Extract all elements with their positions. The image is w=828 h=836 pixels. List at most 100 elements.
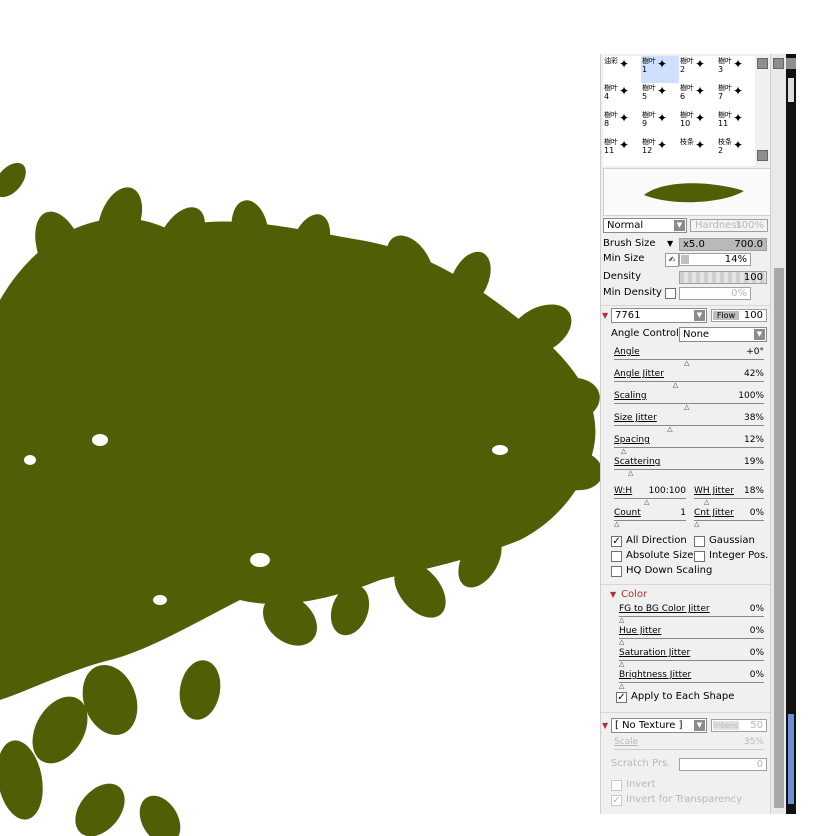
slider-knob[interactable]: △ xyxy=(619,661,624,668)
scrollbar-thumb[interactable] xyxy=(774,268,784,808)
brush-preset-cell[interactable]: 樹叶 1 ✦ xyxy=(641,56,679,83)
slider-label: Angle xyxy=(614,347,640,357)
scratch-pressure-label: Scratch Prs. xyxy=(611,758,671,769)
slider-label: Saturation Jitter xyxy=(619,648,691,658)
count-jitter-slider[interactable]: Cnt Jitter 0% △ xyxy=(694,508,764,528)
wh-jitter-slider[interactable]: WH Jitter 18% △ xyxy=(694,486,764,506)
panel-scrollbar[interactable] xyxy=(770,54,787,814)
slider-knob[interactable]: △ xyxy=(619,617,624,624)
brush-preview xyxy=(603,168,771,216)
pressure-icon[interactable]: ✍ xyxy=(665,253,679,267)
brush-size-slider[interactable]: x5.0 700.0 xyxy=(679,238,767,251)
slider-size-jitter[interactable]: Size Jitter 38% △ xyxy=(614,413,764,433)
chevron-down-icon: ▼ xyxy=(674,220,685,231)
scroll-thumb[interactable] xyxy=(788,78,794,102)
expand-triangle-icon[interactable]: ▼ xyxy=(610,589,616,601)
count-value: 1 xyxy=(680,508,686,518)
shape-select[interactable]: 7761 ▼ xyxy=(611,308,707,323)
texture-scale-slider[interactable]: Scale 35% xyxy=(614,737,764,757)
grid-scroll-down-button[interactable] xyxy=(757,150,768,161)
brush-preset-name: 樹叶 xyxy=(680,111,694,119)
all-direction-checkbox[interactable]: ✓ xyxy=(611,536,622,547)
expand-triangle-icon[interactable]: ▼ xyxy=(602,720,608,732)
slider-knob[interactable]: △ xyxy=(619,639,624,646)
hq-down-scaling-checkbox[interactable] xyxy=(611,566,622,577)
brush-preset-number: 9 xyxy=(642,119,648,128)
divider xyxy=(601,305,771,306)
foliage-painting xyxy=(0,162,600,836)
slider-knob[interactable]: △ xyxy=(628,470,633,477)
brush-preset-cell[interactable]: 樹叶 3 ✦ xyxy=(717,56,755,83)
brush-preset-cell[interactable]: 樹叶 6 ✦ xyxy=(679,83,717,110)
color-slider[interactable]: Hue Jitter 0% △ xyxy=(619,626,764,646)
brush-preset-number: 12 xyxy=(642,146,653,155)
brush-preset-cell[interactable]: 樹叶 11 ✦ xyxy=(717,110,755,137)
grid-scroll-up-button[interactable] xyxy=(757,58,768,69)
invert-checkbox[interactable] xyxy=(611,780,622,791)
wh-value: 100:100 xyxy=(648,486,686,496)
texture-scale-label: Scale xyxy=(614,737,639,747)
brush-preset-grid[interactable]: 油彩 ✦ 樹叶 1 ✦ 樹叶 2 ✦ 樹叶 3 ✦ 樹叶 4 ✦ 樹叶 5 ✦ 樹叶 6 ✦ 樹叶 7 ✦ 樹叶 8 ✦ 樹叶 9 ✦ 樹… xyxy=(603,56,755,166)
brush-preset-cell[interactable]: 枝条 ✦ xyxy=(679,137,717,164)
brush-preset-cell[interactable]: 樹叶 12 ✦ xyxy=(641,137,679,164)
apply-each-shape-checkbox[interactable]: ✓ xyxy=(616,692,627,703)
slider-scaling[interactable]: Scaling 100% △ xyxy=(614,391,764,411)
blend-mode-select[interactable]: Normal ▼ xyxy=(603,218,687,233)
slider-knob[interactable]: △ xyxy=(619,683,624,690)
slider-angle[interactable]: Angle +0° △ xyxy=(614,347,764,367)
brush-preset-name: 樹叶 xyxy=(718,57,732,65)
slider-knob[interactable]: △ xyxy=(684,360,689,367)
brush-preset-name: 樹叶 xyxy=(642,84,656,92)
slider-angle-jitter[interactable]: Angle Jitter 42% △ xyxy=(614,369,764,389)
brush-preset-cell[interactable]: 樹叶 5 ✦ xyxy=(641,83,679,110)
angle-control-value: None xyxy=(683,329,710,340)
brush-preset-cell[interactable]: 樹叶 7 ✦ xyxy=(717,83,755,110)
integer-pos-checkbox[interactable] xyxy=(694,551,705,562)
brush-preset-cell[interactable]: 樹叶 2 ✦ xyxy=(679,56,717,83)
undo-icon[interactable] xyxy=(786,58,796,69)
color-slider[interactable]: Saturation Jitter 0% △ xyxy=(619,648,764,668)
texture-intensity-slider[interactable]: Intens 50 xyxy=(711,719,767,732)
slider-value: 12% xyxy=(743,435,764,445)
slider-knob[interactable]: △ xyxy=(673,382,678,389)
invert-transparency-checkbox[interactable]: ✓ xyxy=(611,795,622,806)
slider-spacing[interactable]: Spacing 12% △ xyxy=(614,435,764,455)
brush-preset-cell[interactable]: 樹叶 9 ✦ xyxy=(641,110,679,137)
triangle-down-icon[interactable]: ▼ xyxy=(667,238,673,250)
wh-slider[interactable]: W:H 100:100 △ xyxy=(614,486,686,506)
color-slider[interactable]: Brightness Jitter 0% △ xyxy=(619,670,764,690)
brush-preset-cell[interactable]: 樹叶 4 ✦ xyxy=(603,83,641,110)
min-size-slider[interactable]: 14% xyxy=(679,253,751,266)
collapse-icon[interactable] xyxy=(773,58,784,69)
slider-scattering[interactable]: Scattering 19% △ xyxy=(614,457,764,477)
absolute-size-label: Absolute Size xyxy=(626,550,694,561)
brush-preset-cell[interactable]: 樹叶 8 ✦ xyxy=(603,110,641,137)
brush-preset-icon: ✦ xyxy=(695,111,706,125)
brush-preset-icon: ✦ xyxy=(657,57,668,71)
brush-preset-cell[interactable]: 樹叶 11 ✦ xyxy=(603,137,641,164)
flow-slider[interactable]: Flow 100 xyxy=(711,309,767,322)
slider-knob[interactable]: △ xyxy=(684,404,689,411)
color-slider[interactable]: FG to BG Color Jitter 0% △ xyxy=(619,604,764,624)
slider-knob[interactable]: △ xyxy=(621,448,626,455)
hardness-field[interactable]: Hardness 100% xyxy=(690,219,768,232)
angle-control-select[interactable]: None ▼ xyxy=(679,327,767,342)
expand-triangle-icon[interactable]: ▼ xyxy=(602,310,608,322)
brush-preset-icon: ✦ xyxy=(733,111,744,125)
scratch-pressure-slider[interactable]: 0 xyxy=(679,758,767,771)
brush-preset-name: 樹叶 xyxy=(604,138,618,146)
texture-select[interactable]: [ No Texture ] ▼ xyxy=(611,718,707,733)
min-density-checkbox[interactable] xyxy=(665,288,676,299)
gaussian-checkbox[interactable] xyxy=(694,536,705,547)
slider-knob[interactable]: △ xyxy=(667,426,672,433)
brush-preset-number: 5 xyxy=(642,92,648,101)
count-slider[interactable]: Count 1 △ xyxy=(614,508,686,528)
min-density-slider[interactable]: 0% xyxy=(679,287,751,300)
brush-preset-cell[interactable]: 油彩 ✦ xyxy=(603,56,641,83)
brush-preset-cell[interactable]: 樹叶 10 ✦ xyxy=(679,110,717,137)
drawing-canvas[interactable] xyxy=(0,0,600,836)
flow-label: Flow xyxy=(713,311,739,320)
density-slider[interactable]: 100 xyxy=(679,271,767,284)
brush-preset-cell[interactable]: 枝条 2 ✦ xyxy=(717,137,755,164)
absolute-size-checkbox[interactable] xyxy=(611,551,622,562)
